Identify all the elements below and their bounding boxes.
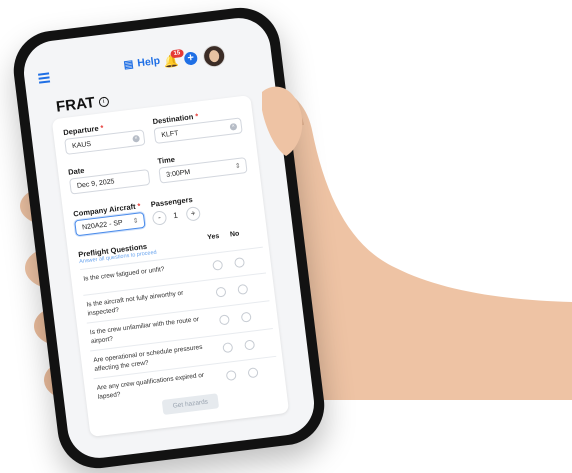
yes-radio[interactable] [218,314,230,326]
question-text: Is the crew fatigued or unfit? [82,265,165,283]
no-radio[interactable] [233,257,246,269]
info-icon[interactable]: i [98,95,110,108]
no-radio[interactable] [244,339,256,351]
yes-radio[interactable] [215,286,227,298]
chevron-updown-icon: ⇕ [234,162,242,171]
clear-icon[interactable]: × [229,122,238,131]
frat-form-card: Departure * KAUS × Destination * KLFT × Da… [51,95,290,438]
passengers-decrement-button[interactable]: - [151,210,168,226]
notification-badge: 15 [170,48,184,59]
get-hazards-button[interactable]: Get hazards [161,393,220,415]
date-label: Date [67,165,85,177]
help-label: Help [136,54,161,70]
top-bar: ▤ Help 🔔 15 + [23,38,272,92]
chevron-updown-icon: ⇕ [132,217,140,226]
yes-column-header: Yes [206,232,220,242]
help-chat-icon: ▤ [122,58,135,72]
phone-screen: ▤ Help 🔔 15 + FRAT i Departure * KAUS × D… [20,14,318,462]
no-radio[interactable] [247,367,259,379]
yes-radio[interactable] [212,259,224,271]
add-button[interactable]: + [183,51,199,66]
passengers-count: 1 [172,210,179,221]
help-button[interactable]: ▤ Help [123,55,161,71]
clear-icon[interactable]: × [132,134,141,143]
no-radio[interactable] [237,283,249,295]
page-title: FRAT [55,94,96,116]
avatar[interactable] [201,43,227,69]
no-column-header: No [229,230,240,239]
passengers-increment-button[interactable]: + [185,206,202,222]
passengers-label: Passengers [150,194,194,209]
yes-radio[interactable] [225,369,237,382]
time-label: Time [157,154,176,166]
no-radio[interactable] [240,311,252,323]
phone-frame: ▤ Help 🔔 15 + FRAT i Departure * KAUS × D… [9,3,329,473]
hamburger-menu-icon[interactable] [38,72,51,85]
yes-radio[interactable] [222,342,234,354]
